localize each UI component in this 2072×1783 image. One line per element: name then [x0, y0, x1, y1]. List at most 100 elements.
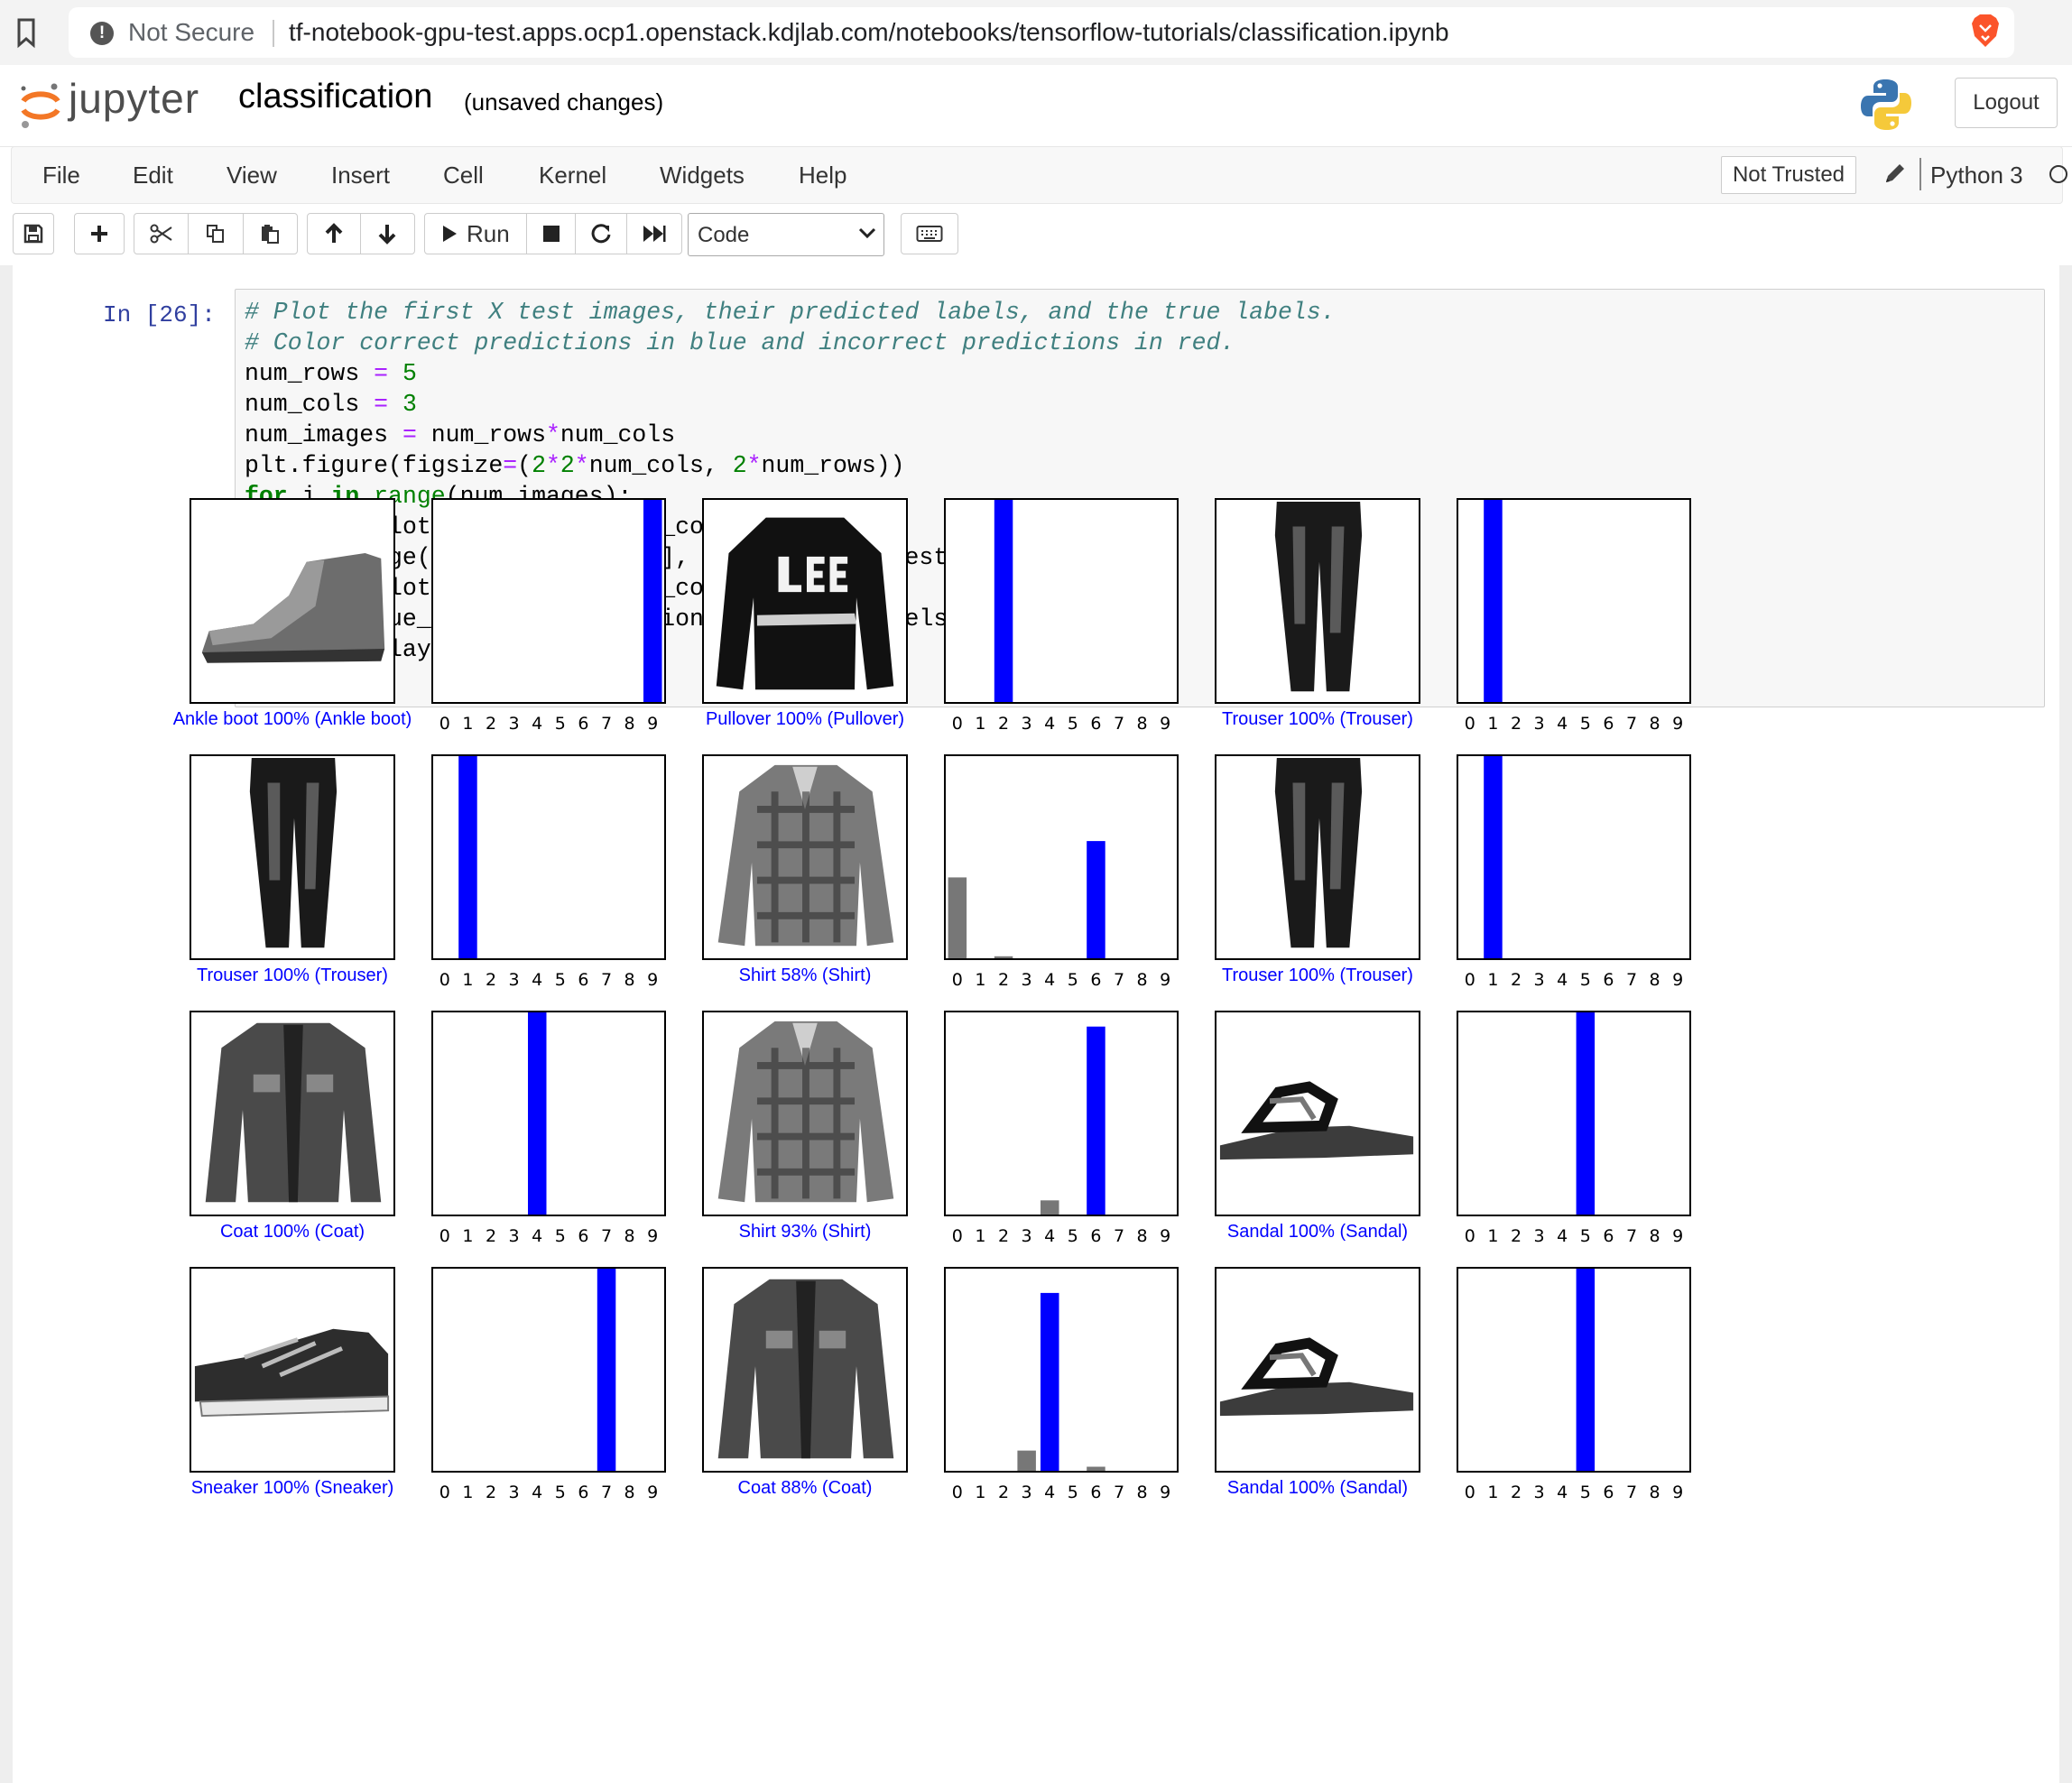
tick-label: 8	[624, 1483, 635, 1502]
bar-class-9	[643, 500, 662, 702]
tick-label: 5	[555, 1483, 566, 1502]
tick-label: 0	[1465, 1226, 1475, 1246]
address-bar[interactable]: ! Not Secure tf-notebook-gpu-test.apps.o…	[69, 7, 2014, 58]
tick-label: 4	[1557, 1226, 1568, 1246]
bookmark-icon[interactable]	[13, 16, 40, 49]
tick-label: 1	[462, 1226, 473, 1246]
paste-button[interactable]	[244, 214, 297, 254]
tick-label: 0	[1465, 714, 1475, 734]
tick-label: 0	[1465, 1483, 1475, 1502]
restart-icon	[591, 224, 611, 244]
restart-button[interactable]	[576, 214, 628, 254]
notebook-title[interactable]: classification	[238, 78, 432, 116]
x-axis-ticks: 0123456789	[439, 1483, 658, 1502]
x-axis-ticks: 0123456789	[952, 714, 1170, 734]
bar-class-5	[1576, 1269, 1596, 1471]
prediction-label: Trouser 100% (Trouser)	[1222, 965, 1413, 985]
tick-label: 6	[1603, 1483, 1614, 1502]
tick-label: 8	[1650, 970, 1660, 990]
move-down-button[interactable]	[361, 214, 413, 254]
fast-forward-icon	[643, 226, 666, 242]
tick-label: 4	[1557, 1483, 1568, 1502]
code-line: num_cols = 3	[245, 391, 417, 418]
cut-button[interactable]	[134, 214, 190, 254]
tick-label: 6	[1603, 1226, 1614, 1246]
code-line: num_images = num_rows*num_cols	[245, 421, 676, 448]
menu-insert[interactable]: Insert	[331, 162, 390, 189]
not-trusted-button[interactable]: Not Trusted	[1721, 156, 1856, 194]
interrupt-button[interactable]	[527, 214, 577, 254]
brave-lion-icon[interactable]	[1969, 13, 2002, 49]
tick-label: 2	[998, 1483, 1009, 1502]
tick-label: 6	[1090, 714, 1101, 734]
prediction-label: Ankle boot 100% (Ankle boot)	[172, 709, 412, 729]
tick-label: 6	[1090, 1226, 1101, 1246]
keyboard-icon	[916, 226, 943, 242]
divider	[1919, 158, 1921, 190]
tick-label: 8	[624, 714, 635, 734]
cell-type-value: Code	[698, 223, 750, 247]
menu-kernel[interactable]: Kernel	[539, 162, 606, 189]
save-button[interactable]	[14, 214, 53, 254]
url-text[interactable]: tf-notebook-gpu-test.apps.ocp1.openstack…	[289, 18, 1449, 47]
probability-bar-chart	[1457, 1267, 1691, 1473]
probability-bar-chart	[1457, 1011, 1691, 1216]
tick-label: 4	[532, 1483, 542, 1502]
tick-label: 3	[1534, 1483, 1545, 1502]
menu-file[interactable]: File	[42, 162, 80, 189]
tick-label: 1	[975, 970, 985, 990]
tick-label: 6	[578, 1226, 588, 1246]
paste-icon	[262, 225, 280, 244]
cell-type-select[interactable]: Code	[688, 213, 884, 256]
tick-label: 9	[1672, 970, 1683, 990]
tick-label: 2	[1511, 970, 1522, 990]
menu-widgets[interactable]: Widgets	[660, 162, 745, 189]
tick-label: 4	[1044, 970, 1055, 990]
security-label: Not Secure	[128, 18, 255, 46]
tick-label: 8	[1137, 1226, 1148, 1246]
bar-class-1	[458, 756, 477, 958]
run-button[interactable]: Run	[425, 214, 527, 254]
menu-cell[interactable]: Cell	[443, 162, 484, 189]
prediction-label: Sandal 100% (Sandal)	[1226, 1478, 1409, 1498]
bar-class-7	[597, 1269, 616, 1471]
probability-bar-chart	[431, 1011, 666, 1216]
kernel-name[interactable]: Python 3	[1930, 162, 2023, 189]
tick-label: 9	[1160, 1483, 1170, 1502]
tick-label: 3	[509, 1483, 520, 1502]
move-up-button[interactable]	[308, 214, 361, 254]
x-axis-ticks: 0123456789	[1465, 1226, 1683, 1246]
insert-group	[74, 213, 125, 254]
bar-class-2	[994, 956, 1013, 958]
tick-label: 9	[1672, 1483, 1683, 1502]
command-palette-button[interactable]	[902, 214, 957, 254]
jupyter-wordmark[interactable]: jupyter	[69, 74, 199, 123]
run-label: Run	[466, 219, 510, 247]
jupyter-logo-icon[interactable]	[18, 79, 63, 130]
tick-label: 2	[486, 714, 496, 734]
menu-edit[interactable]: Edit	[133, 162, 173, 189]
tick-label: 3	[509, 970, 520, 990]
tick-label: 4	[1044, 714, 1055, 734]
tick-label: 3	[1022, 970, 1032, 990]
tick-label: 9	[1672, 714, 1683, 734]
run-all-button[interactable]	[627, 214, 681, 254]
tick-label: 2	[486, 970, 496, 990]
bar-class-1	[1484, 500, 1503, 702]
pencil-icon[interactable]	[1882, 160, 1909, 187]
tick-label: 0	[439, 1226, 450, 1246]
menu-view[interactable]: View	[227, 162, 277, 189]
tick-label: 8	[1137, 714, 1148, 734]
bar-class-6	[1087, 1026, 1105, 1215]
code-line: plt.figure(figsize=(2*2*num_cols, 2*num_…	[245, 452, 905, 479]
bar-class-5	[1576, 1012, 1596, 1215]
logout-button[interactable]: Logout	[1955, 78, 2058, 128]
trouser-image	[190, 754, 395, 960]
insert-cell-button[interactable]	[75, 214, 124, 254]
menu-help[interactable]: Help	[799, 162, 846, 189]
copy-button[interactable]	[189, 214, 244, 254]
tick-label: 7	[1114, 714, 1124, 734]
tick-label: 5	[555, 970, 566, 990]
info-icon[interactable]: !	[90, 22, 114, 45]
jupyter-header: jupyter classification (unsaved changes)…	[0, 65, 2072, 147]
